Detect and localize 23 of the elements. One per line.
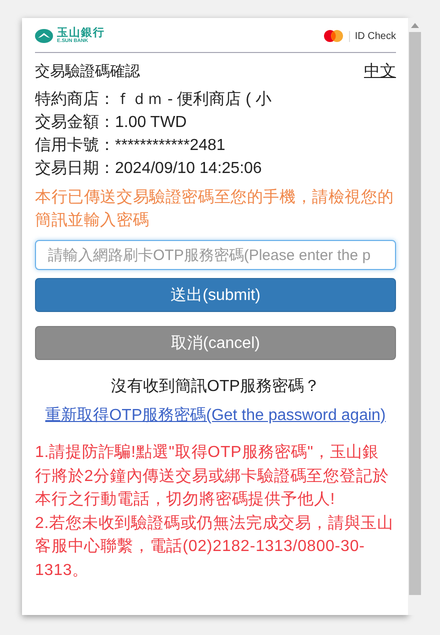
id-check-label: ID Check: [348, 30, 396, 42]
detail-value: ｆｄｍ - 便利商店 ( 小: [115, 90, 272, 110]
detail-label: 特約商店：: [35, 90, 115, 110]
detail-value: ************2481: [115, 136, 226, 154]
sms-notice: 本行已傳送交易驗證密碼至您的手機，請檢視您的簡訊並輸入密碼: [35, 188, 395, 231]
language-link[interactable]: 中文: [364, 60, 396, 82]
notice-paragraph: 2.若您未收到驗證碼或仍無法完成交易，請與玉山客服中心聯繫，電話(02)2182-1313/0800-30-1313。: [35, 514, 394, 580]
card-scheme-icon: [324, 30, 343, 42]
detail-value: 1.00 TWD: [115, 114, 187, 132]
notice-paragraph: 1.請提防詐騙!點選"取得OTP服務密碼"，玉山銀行將於2分鐘內傳送交易或綁卡驗證碼至您登記於本行之行動電話，切勿將密碼提供予他人!: [35, 442, 390, 510]
bank-name: 玉山銀行: [57, 28, 105, 39]
resend-link[interactable]: 重新取得OTP服務密碼(Get the password again): [45, 407, 386, 424]
cancel-button[interactable]: 取消(cancel): [35, 326, 396, 360]
detail-label: 交易日期：: [35, 158, 115, 179]
page-title: 交易驗證碼確認: [35, 62, 140, 80]
detail-label: 交易金額：: [35, 112, 115, 133]
submit-button[interactable]: 送出(submit): [35, 278, 396, 312]
bank-logo-icon: [35, 29, 53, 43]
resend-question: 沒有收到簡訊OTP服務密碼？: [110, 376, 321, 397]
otp-input-field[interactable]: 請輸入網路刷卡OTP服務密碼(Please enter the p: [35, 240, 396, 270]
detail-value: 2024/09/10 14:25:06: [115, 160, 262, 178]
scroll-up-icon[interactable]: [411, 23, 419, 28]
detail-label: 信用卡號：: [35, 136, 115, 156]
